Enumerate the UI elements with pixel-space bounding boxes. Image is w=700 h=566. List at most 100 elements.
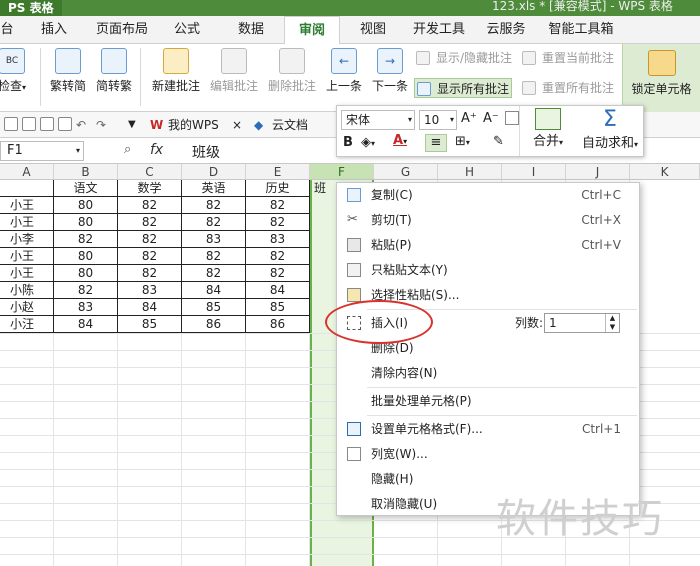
- table-cell[interactable]: 84: [246, 282, 310, 299]
- stepper-arrows-icon[interactable]: ▲ ▼: [605, 314, 619, 332]
- formula-input[interactable]: 班级: [192, 142, 220, 162]
- table-cell[interactable]: 82: [182, 248, 246, 265]
- delete-comment-button[interactable]: 删除批注: [264, 48, 320, 94]
- my-wps-tab[interactable]: 我的WPS: [168, 116, 219, 134]
- tab-insert[interactable]: 插入: [30, 16, 78, 44]
- table-cell[interactable]: 小赵: [0, 299, 54, 316]
- column-header-g[interactable]: G: [374, 164, 438, 180]
- print-icon[interactable]: [40, 117, 54, 131]
- table-cell[interactable]: 小陈: [0, 282, 54, 299]
- menu-item-column-width[interactable]: 列宽(W)...: [337, 442, 639, 467]
- column-header-e[interactable]: E: [246, 164, 310, 180]
- table-cell[interactable]: 83: [54, 299, 118, 316]
- table-cell[interactable]: 80: [54, 197, 118, 214]
- menu-item-format-cells[interactable]: 设置单元格格式(F)... Ctrl+1: [337, 417, 639, 442]
- reset-current-comment-button[interactable]: 重置当前批注: [520, 48, 620, 68]
- table-header-cell[interactable]: [0, 180, 54, 197]
- column-header-c[interactable]: C: [118, 164, 182, 180]
- simplified-to-traditional-button[interactable]: 简转繁: [92, 48, 136, 94]
- table-cell[interactable]: 84: [182, 282, 246, 299]
- table-header-cell[interactable]: 数学: [118, 180, 182, 197]
- autosum-button[interactable]: Σ 自动求和▾: [577, 108, 643, 152]
- table-cell[interactable]: 83: [246, 231, 310, 248]
- table-header-cell[interactable]: 英语: [182, 180, 246, 197]
- name-box[interactable]: F1 ▾: [0, 141, 84, 161]
- insert-function-button[interactable]: fx: [150, 142, 163, 158]
- table-cell[interactable]: 82: [246, 197, 310, 214]
- table-cell[interactable]: 82: [246, 265, 310, 282]
- table-cell[interactable]: 小王: [0, 248, 54, 265]
- increase-font-icon[interactable]: A⁺: [461, 111, 477, 126]
- tab-smart-toolbox[interactable]: 智能工具箱: [540, 16, 622, 44]
- tab-cloud-service[interactable]: 云服务: [478, 16, 534, 44]
- traditional-to-simplified-button[interactable]: 繁转简: [46, 48, 90, 94]
- show-all-comments-button[interactable]: 显示所有批注: [414, 78, 512, 98]
- column-header-h[interactable]: H: [438, 164, 502, 180]
- redo-icon[interactable]: ↷: [96, 116, 106, 134]
- edit-comment-button[interactable]: 编辑批注: [206, 48, 262, 94]
- table-cell[interactable]: 82: [54, 282, 118, 299]
- clear-format-icon[interactable]: [505, 111, 519, 125]
- tab-data[interactable]: 数据: [226, 16, 276, 44]
- reset-all-comments-button[interactable]: 重置所有批注: [520, 78, 620, 98]
- cloud-doc-tab[interactable]: 云文档: [272, 116, 308, 134]
- column-header-f[interactable]: F: [310, 164, 374, 180]
- column-header-b[interactable]: B: [54, 164, 118, 180]
- menu-item-paste[interactable]: 粘贴(P) Ctrl+V: [337, 233, 639, 258]
- table-cell[interactable]: 80: [54, 248, 118, 265]
- table-cell[interactable]: 80: [54, 214, 118, 231]
- fill-color-icon[interactable]: ◈▾: [361, 135, 375, 150]
- tab-formulas[interactable]: 公式: [162, 16, 212, 44]
- menu-item-paste-text[interactable]: 只粘贴文本(Y): [337, 258, 639, 283]
- cell-f1[interactable]: 班: [314, 180, 326, 197]
- print-preview-icon[interactable]: [22, 117, 36, 131]
- menu-item-cut[interactable]: ✂ 剪切(T) Ctrl+X: [337, 208, 639, 233]
- column-header-d[interactable]: D: [182, 164, 246, 180]
- customize-dropdown-icon[interactable]: ▼: [128, 116, 136, 134]
- table-cell[interactable]: 80: [54, 265, 118, 282]
- table-cell[interactable]: 85: [118, 316, 182, 333]
- app-menu-button[interactable]: PS 表格: [0, 0, 62, 16]
- bold-button[interactable]: B: [343, 135, 353, 150]
- font-name-select[interactable]: 宋体 ▾: [341, 110, 415, 130]
- tab-start[interactable]: 台: [0, 16, 18, 44]
- previous-comment-button[interactable]: ← 上一条: [322, 48, 366, 94]
- font-color-icon[interactable]: A▾: [393, 133, 407, 148]
- table-cell[interactable]: 83: [118, 282, 182, 299]
- merge-button[interactable]: 合并▾: [525, 108, 571, 149]
- borders-icon[interactable]: ⊞▾: [455, 134, 470, 149]
- menu-item-clear-contents[interactable]: 清除内容(N): [337, 361, 639, 386]
- table-cell[interactable]: 85: [246, 299, 310, 316]
- column-header-j[interactable]: J: [566, 164, 630, 180]
- table-cell[interactable]: 82: [182, 265, 246, 282]
- table-cell[interactable]: 83: [182, 231, 246, 248]
- save-icon[interactable]: [4, 117, 18, 131]
- column-header-i[interactable]: I: [502, 164, 566, 180]
- close-tab-icon[interactable]: ×: [232, 116, 242, 134]
- column-header-k[interactable]: K: [630, 164, 700, 180]
- table-header-cell[interactable]: 历史: [246, 180, 310, 197]
- table-cell[interactable]: 82: [246, 214, 310, 231]
- align-center-icon[interactable]: ≡: [425, 134, 447, 152]
- table-cell[interactable]: 小汪: [0, 316, 54, 333]
- decrease-font-icon[interactable]: A⁻: [483, 111, 499, 126]
- menu-item-batch-process[interactable]: 批量处理单元格(P): [337, 389, 639, 414]
- table-cell[interactable]: 82: [118, 265, 182, 282]
- table-cell[interactable]: 82: [118, 197, 182, 214]
- menu-item-copy[interactable]: 复制(C) Ctrl+C: [337, 183, 639, 208]
- table-cell[interactable]: 82: [246, 248, 310, 265]
- table-cell[interactable]: 小王: [0, 214, 54, 231]
- table-cell[interactable]: 小李: [0, 231, 54, 248]
- table-cell[interactable]: 85: [182, 299, 246, 316]
- table-cell[interactable]: 82: [118, 248, 182, 265]
- spell-check-button[interactable]: BC 检查▾: [0, 48, 32, 94]
- table-cell[interactable]: 86: [182, 316, 246, 333]
- font-size-select[interactable]: 10 ▾: [419, 110, 457, 130]
- table-cell[interactable]: 小王: [0, 265, 54, 282]
- table-cell[interactable]: 82: [118, 214, 182, 231]
- table-cell[interactable]: 82: [182, 214, 246, 231]
- zoom-search-icon[interactable]: ⌕: [124, 142, 131, 157]
- table-cell[interactable]: 82: [54, 231, 118, 248]
- new-comment-button[interactable]: 新建批注: [148, 48, 204, 94]
- column-count-stepper[interactable]: 1 ▲ ▼: [544, 313, 620, 333]
